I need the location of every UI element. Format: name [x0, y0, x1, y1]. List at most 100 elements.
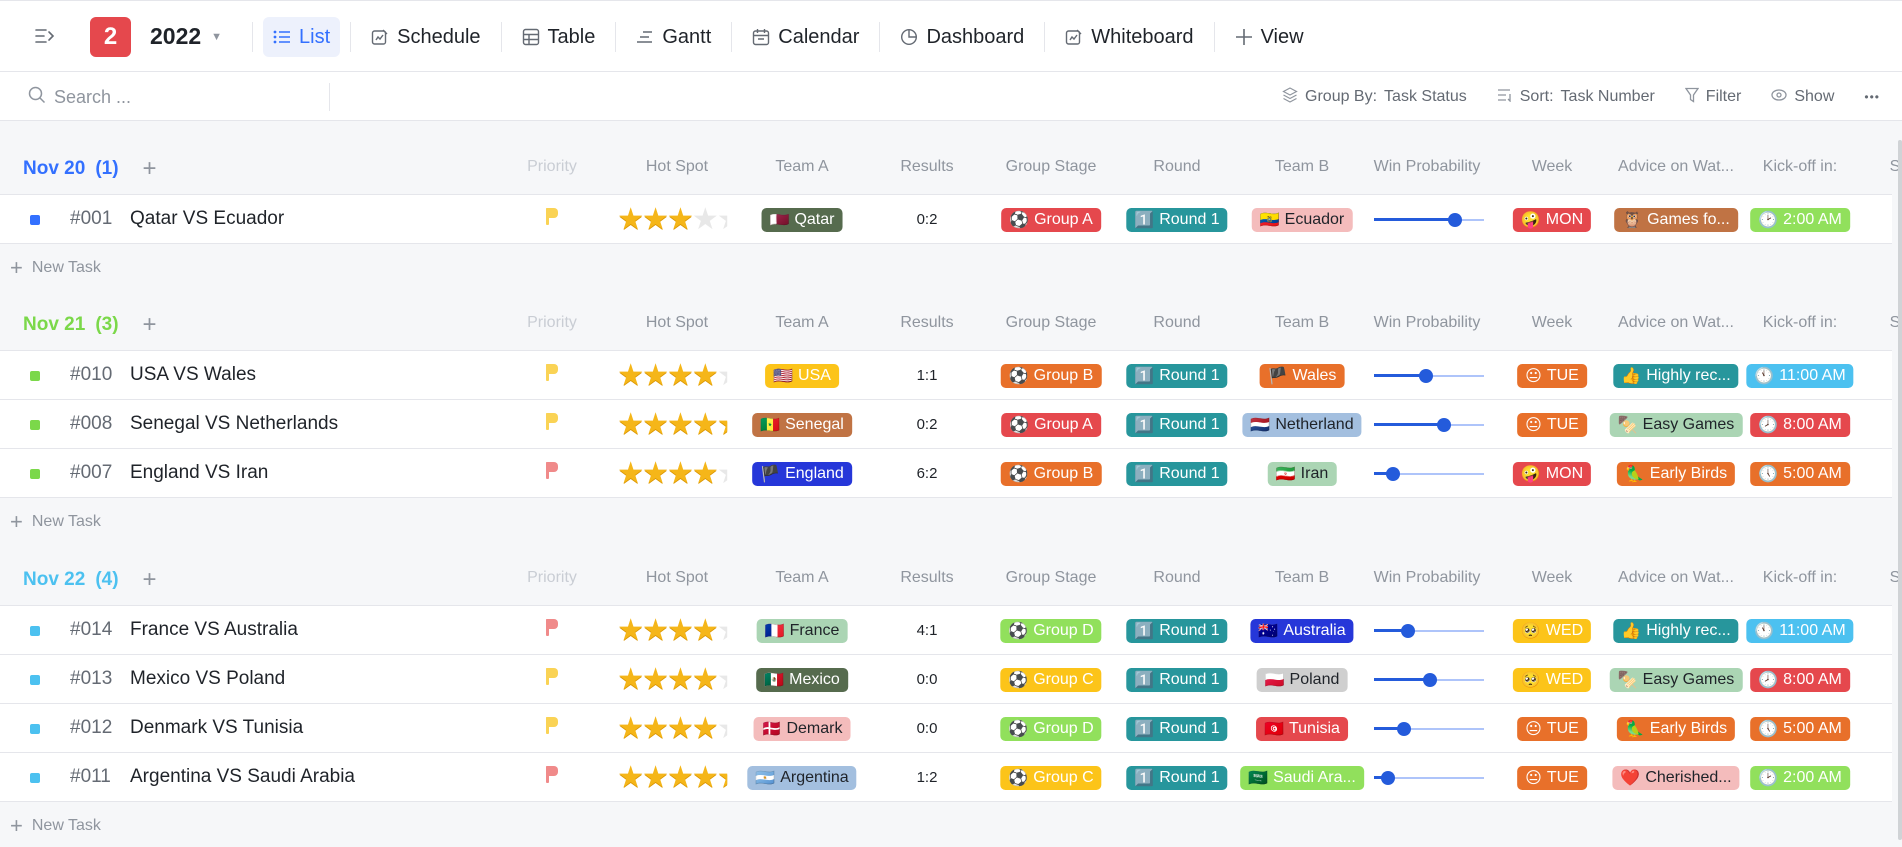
add-task-icon[interactable]: + [143, 566, 157, 594]
column-header-results[interactable]: Results [900, 314, 953, 332]
advice-cell[interactable]: 🦜 Early Birds [1616, 449, 1736, 498]
team-b-tag[interactable]: 🇹🇳 Tunisia [1256, 716, 1348, 741]
group-by-button[interactable]: Group By: Task Status [1282, 86, 1467, 107]
tab-gantt[interactable]: Gantt [626, 17, 721, 57]
column-header-team-a[interactable]: Team A [775, 569, 828, 587]
column-header-priority[interactable]: Priority [527, 314, 577, 332]
slider-knob[interactable] [1396, 721, 1411, 736]
week-tag[interactable]: 😐 TUE [1517, 716, 1587, 741]
star-icon-partial[interactable]: ★ [717, 410, 727, 440]
slider-knob[interactable] [1423, 672, 1438, 687]
task-row[interactable]: #011Argentina VS Saudi Arabia★★★★★🇦🇷Arge… [0, 753, 1892, 802]
hot-spot-cell[interactable]: ★★★★★ [617, 753, 727, 802]
week-cell[interactable]: 🥺 WED [1512, 606, 1592, 655]
win-probability-cell[interactable] [1374, 400, 1484, 449]
slider-knob[interactable] [1448, 212, 1463, 227]
task-row[interactable]: #014France VS Australia★★★★★🇫🇷France4:1⚽… [0, 606, 1892, 655]
advice-tag[interactable]: 🦜 Early Birds [1616, 461, 1736, 486]
tab-dashboard[interactable]: Dashboard [890, 17, 1034, 57]
add-task-icon[interactable]: + [143, 155, 157, 183]
team-b-cell[interactable]: 🇵🇱 Poland [1256, 655, 1348, 704]
advice-cell[interactable]: 🦜 Early Birds [1616, 704, 1736, 753]
week-tag[interactable]: 😐 TUE [1517, 765, 1587, 790]
round-cell[interactable]: 1️⃣ Round 1 [1126, 753, 1228, 802]
team-b-cell[interactable]: 🇦🇺 Australia [1250, 606, 1354, 655]
kick-off-tag[interactable]: 🕔 5:00 AM [1750, 716, 1850, 741]
star-icon[interactable]: ★ [642, 664, 669, 695]
column-header-kick-off[interactable]: Kick-off in: [1763, 314, 1837, 332]
advice-tag[interactable]: 🦜 Early Birds [1616, 716, 1736, 741]
filter-button[interactable]: Filter [1684, 87, 1741, 107]
win-probability-slider[interactable] [1374, 719, 1484, 739]
team-b-cell[interactable]: 🇪🇨 Ecuador [1251, 195, 1353, 244]
column-header-team-b[interactable]: Team B [1275, 569, 1329, 587]
star-icon[interactable]: ★ [667, 458, 694, 489]
column-header-week[interactable]: Week [1532, 158, 1573, 176]
team-a-tag[interactable]: 🇶🇦 Qatar [761, 207, 843, 232]
round-cell[interactable]: 1️⃣ Round 1 [1126, 351, 1228, 400]
flag-icon[interactable] [545, 667, 559, 686]
star-icon-partial[interactable]: ★ [717, 361, 727, 391]
win-probability-slider[interactable] [1374, 670, 1484, 690]
advice-cell[interactable]: ❤️ Cherished... [1612, 753, 1740, 802]
kick-off-cell[interactable]: 🕔 5:00 AM [1750, 449, 1850, 498]
results-cell[interactable]: 0:0 [917, 655, 938, 704]
week-tag[interactable]: 🥺 WED [1512, 667, 1592, 692]
group-stage-tag[interactable]: ⚽ Group C [1000, 765, 1102, 790]
column-header-round[interactable]: Round [1153, 158, 1200, 176]
star-rating[interactable]: ★★★★★ [617, 664, 727, 695]
team-b-tag[interactable]: 🇮🇷 Iran [1267, 461, 1337, 486]
round-tag[interactable]: 1️⃣ Round 1 [1126, 618, 1228, 643]
flag-icon[interactable] [545, 412, 559, 431]
kick-off-tag[interactable]: 🕔 5:00 AM [1750, 461, 1850, 486]
star-icon[interactable]: ★ [642, 615, 669, 646]
week-cell[interactable]: 🤪 MON [1512, 195, 1592, 244]
task-row[interactable]: #007England VS Iran★★★★★🏴England6:2⚽Grou… [0, 449, 1892, 498]
team-a-cell[interactable]: 🇦🇷 Argentina [747, 753, 857, 802]
kick-off-tag[interactable]: 🕑 2:00 AM [1750, 207, 1850, 232]
round-tag[interactable]: 1️⃣ Round 1 [1126, 363, 1228, 388]
priority-cell[interactable] [545, 351, 559, 400]
star-icon[interactable]: ★ [642, 713, 669, 744]
column-header-win-probability[interactable]: Win Probability [1374, 569, 1481, 587]
week-cell[interactable]: 🤪 MON [1512, 449, 1592, 498]
slider-knob[interactable] [1385, 466, 1400, 481]
team-b-tag[interactable]: 🇦🇺 Australia [1250, 618, 1354, 643]
priority-cell[interactable] [545, 400, 559, 449]
win-probability-cell[interactable] [1374, 195, 1484, 244]
week-cell[interactable]: 🥺 WED [1512, 655, 1592, 704]
kick-off-cell[interactable]: 🕚 11:00 AM [1746, 606, 1854, 655]
star-icon[interactable]: ★ [667, 713, 694, 744]
round-tag[interactable]: 1️⃣ Round 1 [1126, 207, 1228, 232]
round-cell[interactable]: 1️⃣ Round 1 [1126, 449, 1228, 498]
team-b-cell[interactable]: 🇸🇦 Saudi Ara... [1240, 753, 1364, 802]
team-a-tag[interactable]: 🇺🇸 USA [765, 363, 839, 388]
vertical-scrollbar[interactable] [1898, 140, 1902, 840]
hot-spot-cell[interactable]: ★★★★★ [617, 449, 727, 498]
column-header-priority[interactable]: Priority [527, 158, 577, 176]
task-name[interactable]: Mexico VS Poland [130, 668, 285, 690]
star-rating[interactable]: ★★★★★ [617, 615, 727, 646]
star-icon[interactable]: ★ [617, 409, 644, 440]
week-tag[interactable]: 😐 TUE [1517, 363, 1587, 388]
star-rating[interactable]: ★★★★★ [617, 360, 727, 391]
star-icon[interactable]: ★ [642, 360, 669, 391]
advice-tag[interactable]: 👍 Highly rec... [1613, 363, 1739, 388]
column-header-group-stage[interactable]: Group Stage [1006, 314, 1097, 332]
star-icon[interactable]: ★ [617, 360, 644, 391]
column-header-results[interactable]: Results [900, 158, 953, 176]
column-header-week[interactable]: Week [1532, 569, 1573, 587]
star-icon[interactable]: ★ [692, 360, 719, 391]
slider-knob[interactable] [1418, 368, 1433, 383]
tab-table[interactable]: Table [512, 17, 606, 57]
team-a-tag[interactable]: 🇸🇳 Senegal [752, 412, 852, 437]
task-row[interactable]: #010USA VS Wales★★★★★🇺🇸USA1:1⚽Group B1️⃣… [0, 351, 1892, 400]
priority-cell[interactable] [545, 655, 559, 704]
flag-icon[interactable] [545, 363, 559, 382]
star-icon[interactable]: ★ [667, 615, 694, 646]
kick-off-cell[interactable]: 🕑 2:00 AM [1750, 195, 1850, 244]
team-a-tag[interactable]: 🇦🇷 Argentina [747, 765, 857, 790]
advice-cell[interactable]: 🍢 Easy Games [1609, 655, 1743, 704]
new-task-button[interactable]: + New Task [10, 255, 101, 281]
advice-tag[interactable]: ❤️ Cherished... [1612, 765, 1740, 790]
